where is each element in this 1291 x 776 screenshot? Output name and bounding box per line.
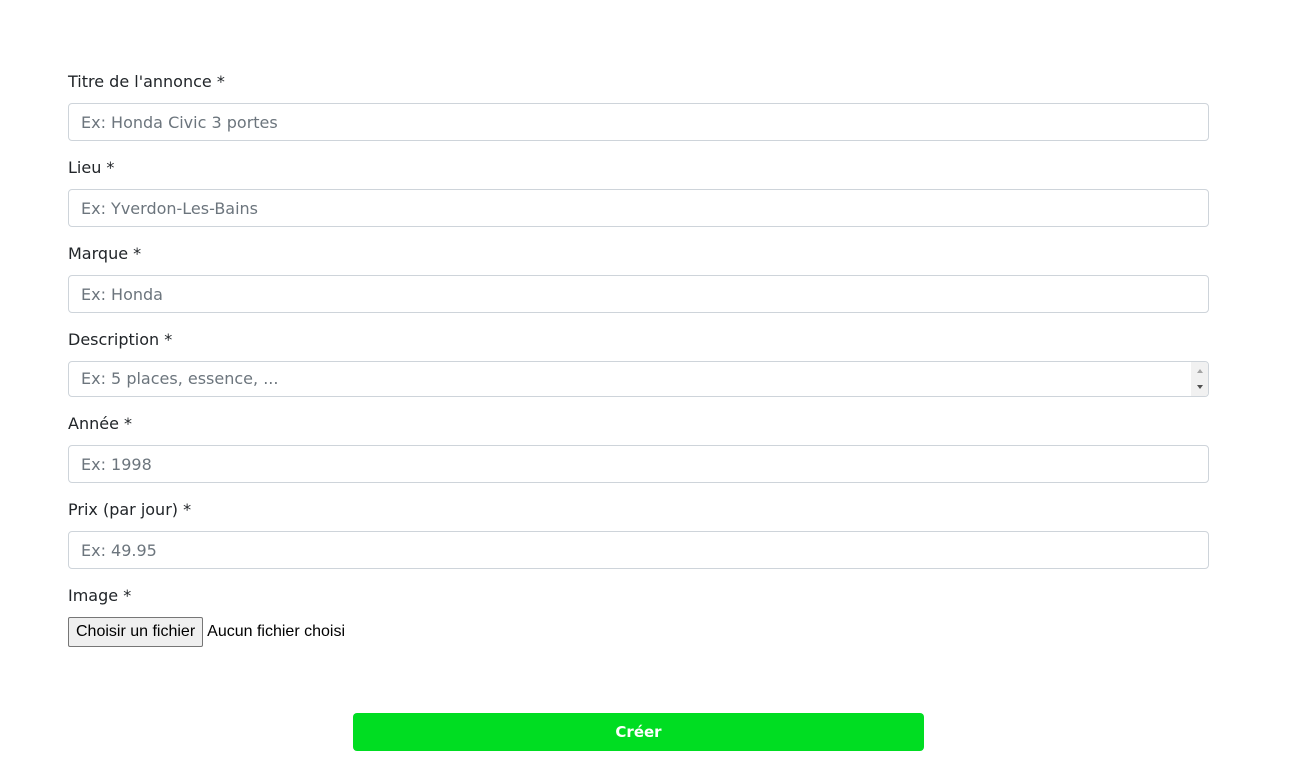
- create-button[interactable]: Créer: [353, 713, 924, 751]
- scroll-up-icon[interactable]: [1191, 365, 1208, 377]
- price-label: Prix (par jour) *: [68, 500, 192, 519]
- scroll-down-icon[interactable]: [1191, 381, 1208, 393]
- price-input[interactable]: [68, 531, 1209, 569]
- description-field: [68, 361, 1209, 397]
- year-input[interactable]: [68, 445, 1209, 483]
- description-label: Description *: [68, 330, 173, 349]
- file-status-text: Aucun fichier choisi: [207, 623, 345, 640]
- description-scrollbar[interactable]: [1191, 362, 1208, 396]
- location-label: Lieu *: [68, 158, 115, 177]
- description-textarea[interactable]: [68, 361, 1209, 397]
- image-label: Image *: [68, 586, 132, 605]
- title-label: Titre de l'annonce *: [68, 72, 225, 91]
- title-input[interactable]: [68, 103, 1209, 141]
- location-input[interactable]: [68, 189, 1209, 227]
- brand-input[interactable]: [68, 275, 1209, 313]
- image-file-input: Choisir un fichier Aucun fichier choisi: [68, 617, 345, 647]
- year-label: Année *: [68, 414, 132, 433]
- brand-label: Marque *: [68, 244, 142, 263]
- choose-file-button[interactable]: Choisir un fichier: [68, 617, 204, 647]
